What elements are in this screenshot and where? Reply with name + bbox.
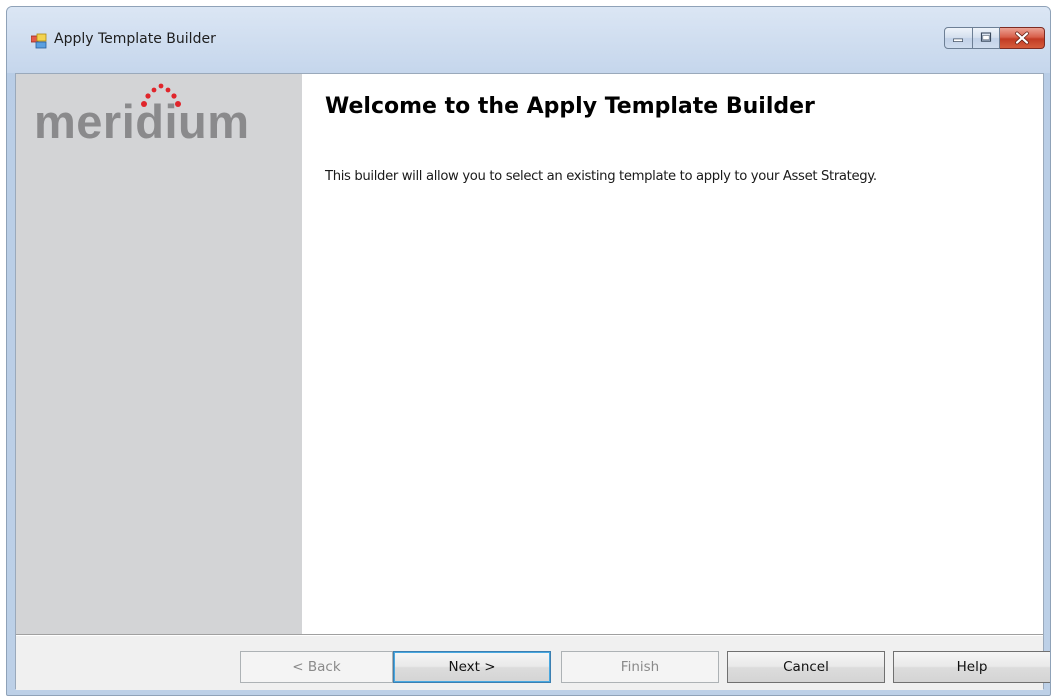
wizard-button-bar: < Back Next > Finish Cancel Help xyxy=(16,636,1050,690)
window-title: Apply Template Builder xyxy=(54,31,216,47)
application-icon xyxy=(31,33,47,49)
meridium-logo: meridium xyxy=(34,83,249,148)
close-icon xyxy=(1015,31,1029,45)
cancel-button[interactable]: Cancel xyxy=(727,651,885,683)
next-button[interactable]: Next > xyxy=(393,651,551,683)
page-title: Welcome to the Apply Template Builder xyxy=(325,94,815,119)
builder-client-area: meridium Welcome to the Apply Template B… xyxy=(15,73,1050,690)
close-button[interactable] xyxy=(1000,27,1045,49)
side-panel: meridium xyxy=(16,74,302,634)
page-description: This builder will allow you to select an… xyxy=(325,169,877,184)
minimize-icon xyxy=(953,38,963,42)
minimize-button[interactable] xyxy=(944,27,973,49)
builder-window: Apply Template Builder meridium Welcome … xyxy=(6,6,1051,696)
window-controls xyxy=(944,27,1045,51)
maximize-icon xyxy=(980,32,992,42)
finish-button[interactable]: Finish xyxy=(561,651,719,683)
maximize-button[interactable] xyxy=(973,27,1000,49)
title-bar[interactable]: Apply Template Builder xyxy=(7,7,1050,73)
help-button[interactable]: Help xyxy=(893,651,1050,683)
back-button[interactable]: < Back xyxy=(240,651,393,683)
welcome-page: Welcome to the Apply Template Builder Th… xyxy=(302,74,1043,634)
